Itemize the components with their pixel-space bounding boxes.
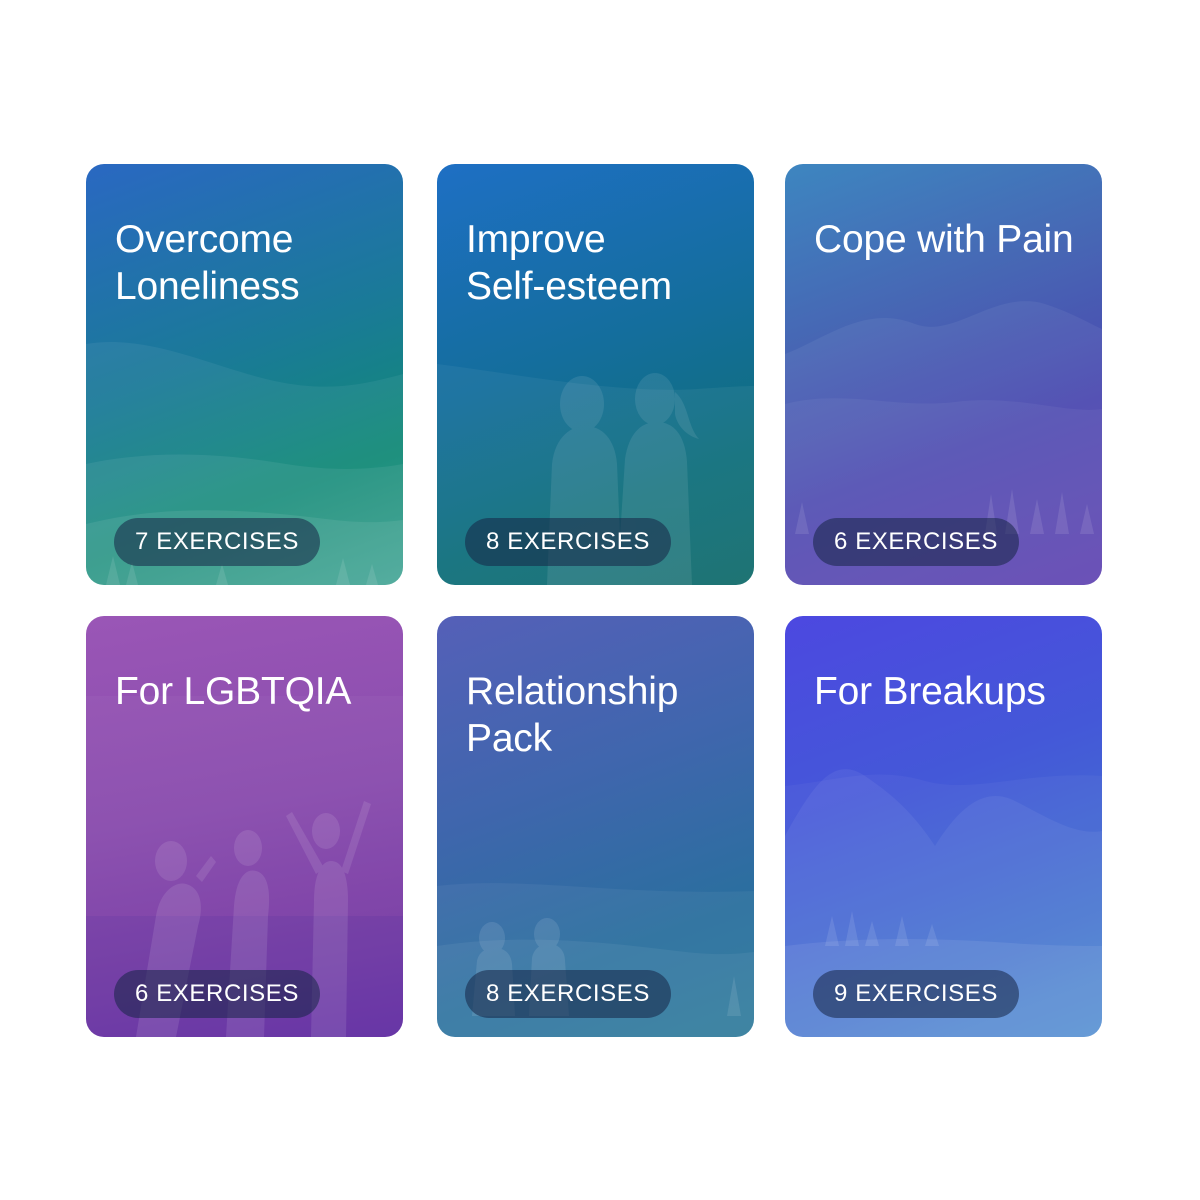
- pack-title: Improve Self-esteem: [466, 218, 672, 308]
- pack-title: Overcome Loneliness: [115, 218, 300, 308]
- pack-title: For Breakups: [814, 670, 1046, 713]
- pack-card-overcome-loneliness[interactable]: Overcome Loneliness 7 EXERCISES: [86, 164, 403, 585]
- pack-title: Cope with Pain: [814, 218, 1074, 261]
- pack-card-for-lgbtqia[interactable]: For LGBTQIA 6 EXERCISES: [86, 616, 403, 1037]
- pack-card-improve-self-esteem[interactable]: Improve Self-esteem 8 EXERCISES: [437, 164, 754, 585]
- pack-title: Relationship Pack: [466, 670, 679, 760]
- exercise-count-badge: 7 EXERCISES: [114, 518, 320, 566]
- exercise-count-badge: 6 EXERCISES: [813, 518, 1019, 566]
- pack-title: For LGBTQIA: [115, 670, 352, 713]
- exercise-count-badge: 9 EXERCISES: [813, 970, 1019, 1018]
- exercise-count-badge: 8 EXERCISES: [465, 970, 671, 1018]
- pack-card-for-breakups[interactable]: For Breakups 9 EXERCISES: [785, 616, 1102, 1037]
- exercise-count-badge: 8 EXERCISES: [465, 518, 671, 566]
- pack-card-cope-with-pain[interactable]: Cope with Pain 6 EXERCISES: [785, 164, 1102, 585]
- exercise-pack-grid: Overcome Loneliness 7 EXERCISES Improve …: [0, 0, 1200, 1200]
- exercise-count-badge: 6 EXERCISES: [114, 970, 320, 1018]
- pack-card-relationship-pack[interactable]: Relationship Pack 8 EXERCISES: [437, 616, 754, 1037]
